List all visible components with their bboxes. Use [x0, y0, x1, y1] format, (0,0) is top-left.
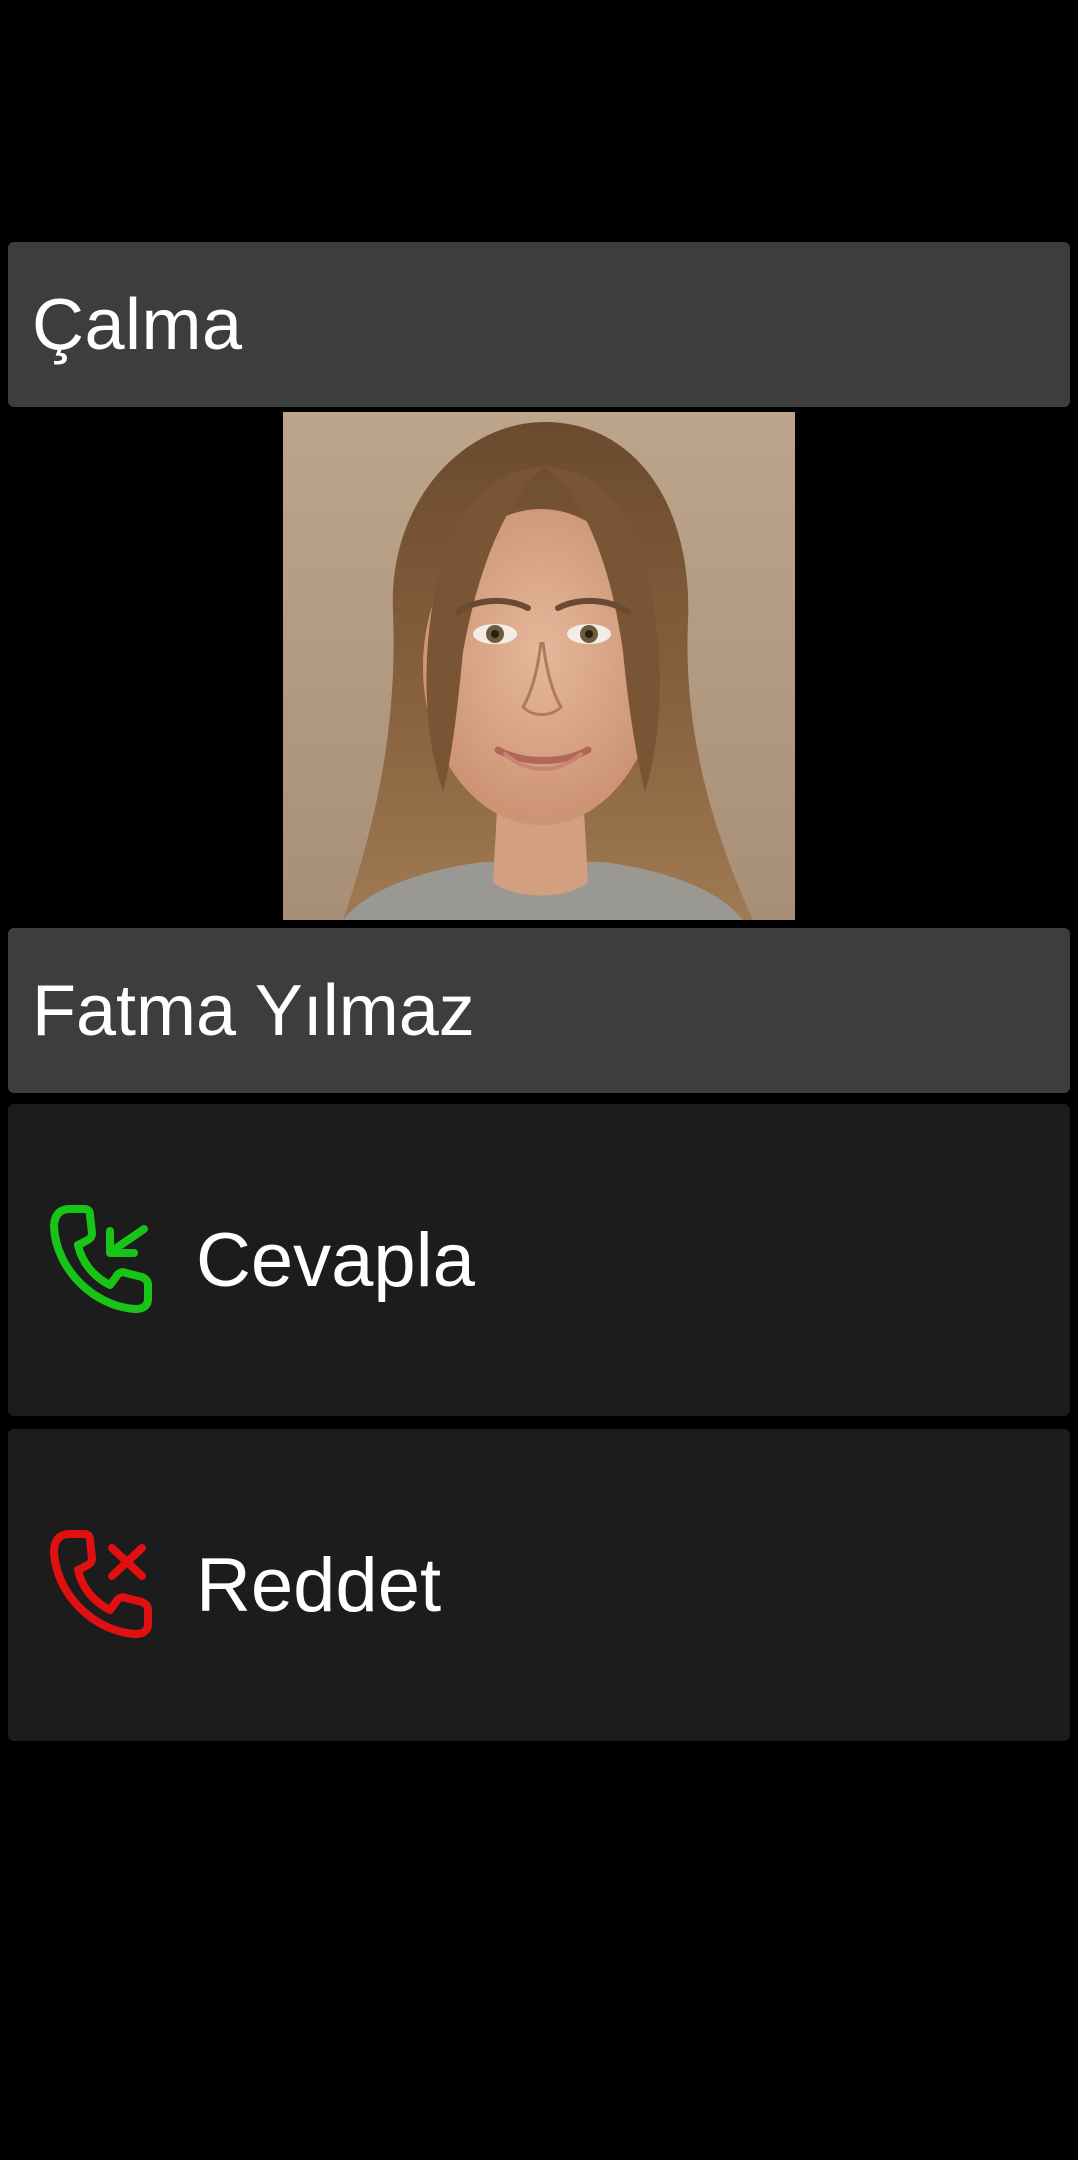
phone-incoming-icon — [50, 1205, 152, 1313]
call-status-label: Çalma — [32, 284, 243, 365]
phone-reject-icon — [50, 1530, 152, 1638]
reject-call-button[interactable]: Reddet — [8, 1429, 1070, 1741]
reject-label: Reddet — [196, 1542, 442, 1628]
caller-name-bar: Fatma Yılmaz — [8, 928, 1070, 1093]
answer-label: Cevapla — [196, 1217, 475, 1303]
caller-photo — [283, 412, 795, 920]
call-status-bar: Çalma — [8, 242, 1070, 407]
answer-call-button[interactable]: Cevapla — [8, 1104, 1070, 1416]
caller-name: Fatma Yılmaz — [32, 970, 475, 1051]
incoming-call-screen: Çalma Fatma Yılmaz Cevapla Reddet — [0, 0, 1078, 2160]
